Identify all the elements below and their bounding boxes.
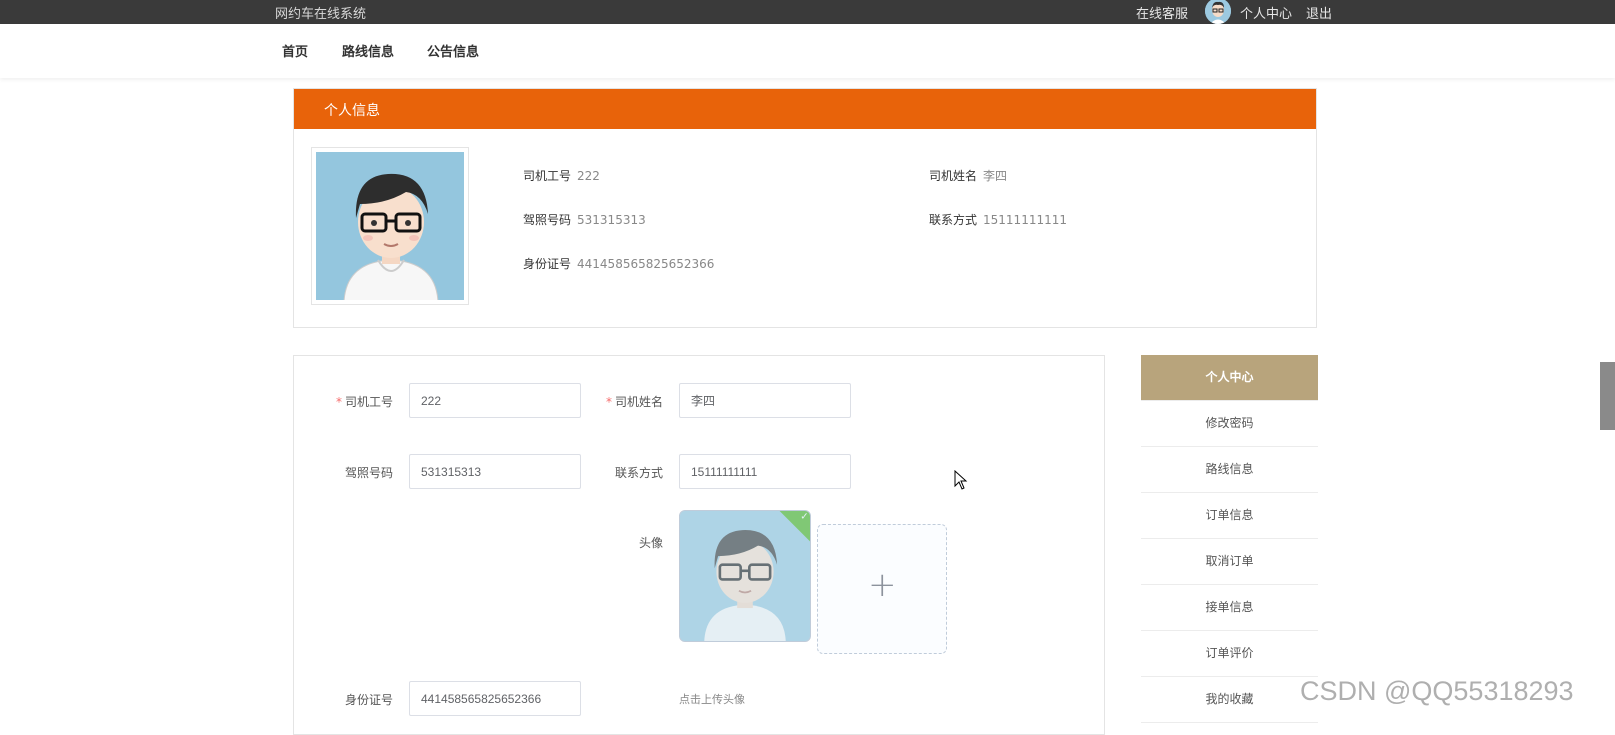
main-nav: 首页 路线信息 公告信息 [0, 24, 1615, 78]
upload-tip: 点击上传头像 [679, 693, 745, 706]
info-id-card: 身份证号 441458565825652366 [523, 255, 714, 272]
watermark: CSDN @QQ55318293 [1300, 676, 1574, 706]
logout-link[interactable]: 退出 [1306, 3, 1332, 22]
info-driver-id-value: 222 [577, 169, 600, 183]
user-side-menu: 个人中心 修改密码 路线信息 订单信息 取消订单 接单信息 订单评价 我的收藏 [1141, 355, 1318, 723]
site-title: 网约车在线系统 [275, 7, 367, 22]
info-license: 驾照号码 531315313 [523, 211, 646, 228]
profile-info-panel: 个人信息 司机工号 222 司机姓名 李四 驾照号码 531315313 联系方… [293, 88, 1317, 328]
side-item-accepted-orders[interactable]: 接单信息 [1141, 585, 1318, 631]
avatar-icon [1205, 0, 1231, 24]
side-item-orders[interactable]: 订单信息 [1141, 493, 1318, 539]
uploaded-avatar-thumbnail[interactable]: ✓ [679, 510, 811, 642]
info-driver-id: 司机工号 222 [523, 167, 600, 184]
info-id-card-value: 441458565825652366 [577, 257, 715, 271]
info-contact-label: 联系方式 [929, 213, 978, 227]
license-input[interactable] [409, 454, 581, 489]
user-avatar[interactable] [1205, 0, 1231, 24]
id-card-field-label: 身份证号 [344, 693, 393, 707]
license-field-label: 驾照号码 [344, 466, 393, 480]
nav-item-home[interactable]: 首页 [282, 41, 308, 60]
top-bar: 网约车在线系统 在线客服 个人中心 退出 [0, 0, 1615, 24]
driver-id-field-label: * 司机工号 [335, 395, 393, 409]
info-driver-name-value: 李四 [983, 169, 1008, 183]
page-scrollbar[interactable] [1600, 362, 1615, 430]
side-item-change-password[interactable]: 修改密码 [1141, 401, 1318, 447]
info-contact-value: 15111111111 [983, 213, 1067, 227]
id-card-input[interactable] [409, 681, 581, 716]
nav-item-routes[interactable]: 路线信息 [342, 41, 394, 60]
side-item-cancel-order[interactable]: 取消订单 [1141, 539, 1318, 585]
avatar-field-label: 头像 [638, 536, 663, 550]
info-driver-name: 司机姓名 李四 [929, 167, 1007, 184]
info-contact: 联系方式 15111111111 [929, 211, 1067, 228]
contact-field-label: 联系方式 [614, 466, 663, 480]
contact-input[interactable] [679, 454, 851, 489]
info-license-label: 驾照号码 [523, 213, 572, 227]
side-item-order-reviews[interactable]: 订单评价 [1141, 631, 1318, 677]
avatar-upload-button[interactable]: + [817, 524, 947, 654]
driver-name-field-label: * 司机姓名 [605, 395, 663, 409]
check-icon: ✓ [800, 511, 809, 523]
driver-id-input[interactable] [409, 383, 581, 418]
side-item-user-center[interactable]: 个人中心 [1141, 355, 1318, 401]
avatar-preview-icon [680, 511, 810, 641]
profile-info-title: 个人信息 [324, 103, 380, 119]
info-license-value: 531315313 [577, 213, 646, 227]
profile-info-header: 个人信息 [294, 89, 1316, 129]
profile-edit-form: *司机工号 *司机姓名 驾照号码 联系方式 头像 ✓ + 身份证号 点击上传头像 [293, 355, 1105, 735]
user-center-link[interactable]: 个人中心 [1240, 3, 1292, 22]
driver-name-input[interactable] [679, 383, 851, 418]
info-driver-name-label: 司机姓名 [929, 169, 978, 183]
profile-photo [311, 147, 469, 305]
driver-portrait-icon [316, 152, 464, 300]
mouse-cursor-icon [954, 469, 968, 494]
nav-item-announcements[interactable]: 公告信息 [427, 41, 479, 60]
required-mark: * [605, 395, 612, 409]
side-item-routes[interactable]: 路线信息 [1141, 447, 1318, 493]
plus-icon: + [868, 565, 897, 605]
info-id-card-label: 身份证号 [523, 257, 572, 271]
info-driver-id-label: 司机工号 [523, 169, 572, 183]
side-item-favorites[interactable]: 我的收藏 [1141, 677, 1318, 723]
online-service-link[interactable]: 在线客服 [1136, 3, 1188, 22]
required-mark: * [335, 395, 342, 409]
